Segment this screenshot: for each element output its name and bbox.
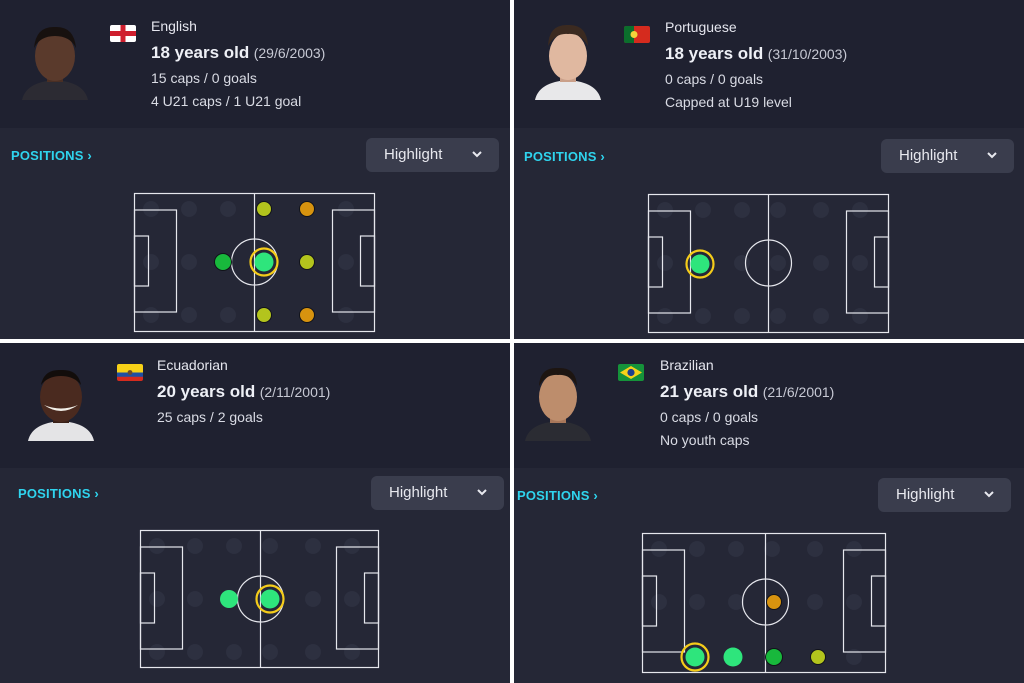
position-marker-accomplished <box>765 648 783 666</box>
player-info-header: Brazilian 21 years old (21/6/2001) 0 cap… <box>514 343 1024 468</box>
positions-link[interactable]: POSITIONS › <box>18 486 99 501</box>
position-marker-natural <box>220 590 238 608</box>
pitch-placeholder-dots <box>143 201 354 323</box>
player-photo <box>24 357 98 441</box>
pitch-lines <box>139 529 380 669</box>
pitch-placeholder-dots <box>657 202 868 324</box>
age-line: 18 years old (31/10/2003) <box>665 44 847 64</box>
positions-label: POSITIONS <box>18 486 91 501</box>
player-card-3: Ecuadorian 20 years old (2/11/2001) 25 c… <box>0 343 510 683</box>
nationality-label: English <box>151 18 197 34</box>
player-card-2: Portuguese 18 years old (31/10/2003) 0 c… <box>514 0 1024 339</box>
date-of-birth: (21/6/2001) <box>762 384 835 400</box>
positions-link[interactable]: POSITIONS › <box>517 488 598 503</box>
chevron-right-icon: › <box>600 149 605 164</box>
age-label: 18 years old <box>665 44 764 63</box>
position-marker-natural <box>690 254 710 274</box>
position-markers <box>685 249 715 279</box>
player-card-4: Brazilian 21 years old (21/6/2001) 0 cap… <box>514 343 1024 683</box>
position-marker-unconvincing <box>299 201 315 217</box>
international-caps: 15 caps / 0 goals <box>151 70 257 86</box>
position-marker-unconvincing <box>299 307 315 323</box>
nationality-label: Brazilian <box>660 357 714 373</box>
date-of-birth: (29/6/2003) <box>253 45 326 61</box>
chevron-down-icon <box>987 152 997 159</box>
nationality-label: Ecuadorian <box>157 357 228 373</box>
chevron-right-icon: › <box>593 488 598 503</box>
youth-caps: 4 U21 caps / 1 U21 goal <box>151 93 302 109</box>
player-photo <box>521 357 595 441</box>
international-caps: 25 caps / 2 goals <box>157 409 263 425</box>
date-of-birth: (2/11/2001) <box>259 384 331 400</box>
position-marker-competent <box>810 649 826 665</box>
highlight-label: Highlight <box>389 484 448 501</box>
position-marker-competent <box>256 307 272 323</box>
highlight-label: Highlight <box>896 486 955 503</box>
age-label: 18 years old <box>151 43 250 62</box>
youth-caps: No youth caps <box>660 432 750 448</box>
age-line: 21 years old (21/6/2001) <box>660 382 834 402</box>
player-photo <box>531 16 605 100</box>
position-marker-natural <box>723 647 743 667</box>
age-line: 18 years old (29/6/2003) <box>151 43 325 63</box>
player-info-header: Portuguese 18 years old (31/10/2003) 0 c… <box>514 0 1024 128</box>
age-label: 20 years old <box>157 382 256 401</box>
youth-caps: Capped at U19 level <box>665 94 792 110</box>
player-info-header: Ecuadorian 20 years old (2/11/2001) 25 c… <box>0 343 510 468</box>
brazil-flag <box>618 364 644 381</box>
pitch-placeholder-dots <box>149 538 360 660</box>
position-markers <box>214 201 315 323</box>
pitch-map <box>139 529 380 669</box>
player-info-header: English 18 years old (29/6/2003) 15 caps… <box>0 0 510 128</box>
position-marker-unconvincing <box>766 594 782 610</box>
pitch-map <box>641 532 887 674</box>
player-card-1: English 18 years old (29/6/2003) 15 caps… <box>0 0 510 339</box>
date-of-birth: (31/10/2003) <box>767 46 848 62</box>
position-marker-accomplished <box>214 253 232 271</box>
pitch-map <box>133 192 376 333</box>
position-markers <box>220 584 285 614</box>
highlight-dropdown[interactable]: Highlight <box>881 139 1014 173</box>
position-marker-natural <box>685 647 705 667</box>
position-marker-competent <box>256 201 272 217</box>
player-photo <box>18 16 92 100</box>
highlight-label: Highlight <box>384 146 443 163</box>
position-marker-natural <box>254 252 274 272</box>
positions-link[interactable]: POSITIONS › <box>11 148 92 163</box>
highlight-dropdown[interactable]: Highlight <box>371 476 504 510</box>
position-marker-competent <box>299 254 315 270</box>
chevron-down-icon <box>472 151 482 158</box>
chevron-right-icon: › <box>87 148 92 163</box>
positions-label: POSITIONS <box>11 148 84 163</box>
international-caps: 0 caps / 0 goals <box>665 71 764 87</box>
england-flag <box>110 25 136 42</box>
pitch-placeholder-dots <box>651 541 862 665</box>
ecuador-flag <box>117 364 143 381</box>
highlight-dropdown[interactable]: Highlight <box>878 478 1011 512</box>
highlight-dropdown[interactable]: Highlight <box>366 138 499 172</box>
positions-label: POSITIONS <box>524 149 597 164</box>
international-caps: 0 caps / 0 goals <box>660 409 759 425</box>
age-line: 20 years old (2/11/2001) <box>157 382 330 402</box>
position-marker-natural <box>260 589 280 609</box>
chevron-down-icon <box>984 491 994 498</box>
highlight-label: Highlight <box>899 147 958 164</box>
positions-label: POSITIONS <box>517 488 590 503</box>
portugal-flag <box>624 26 650 43</box>
positions-link[interactable]: POSITIONS › <box>524 149 605 164</box>
pitch-map <box>647 193 890 334</box>
nationality-label: Portuguese <box>665 19 737 35</box>
chevron-down-icon <box>477 489 487 496</box>
age-label: 21 years old <box>660 382 759 401</box>
chevron-right-icon: › <box>94 486 99 501</box>
